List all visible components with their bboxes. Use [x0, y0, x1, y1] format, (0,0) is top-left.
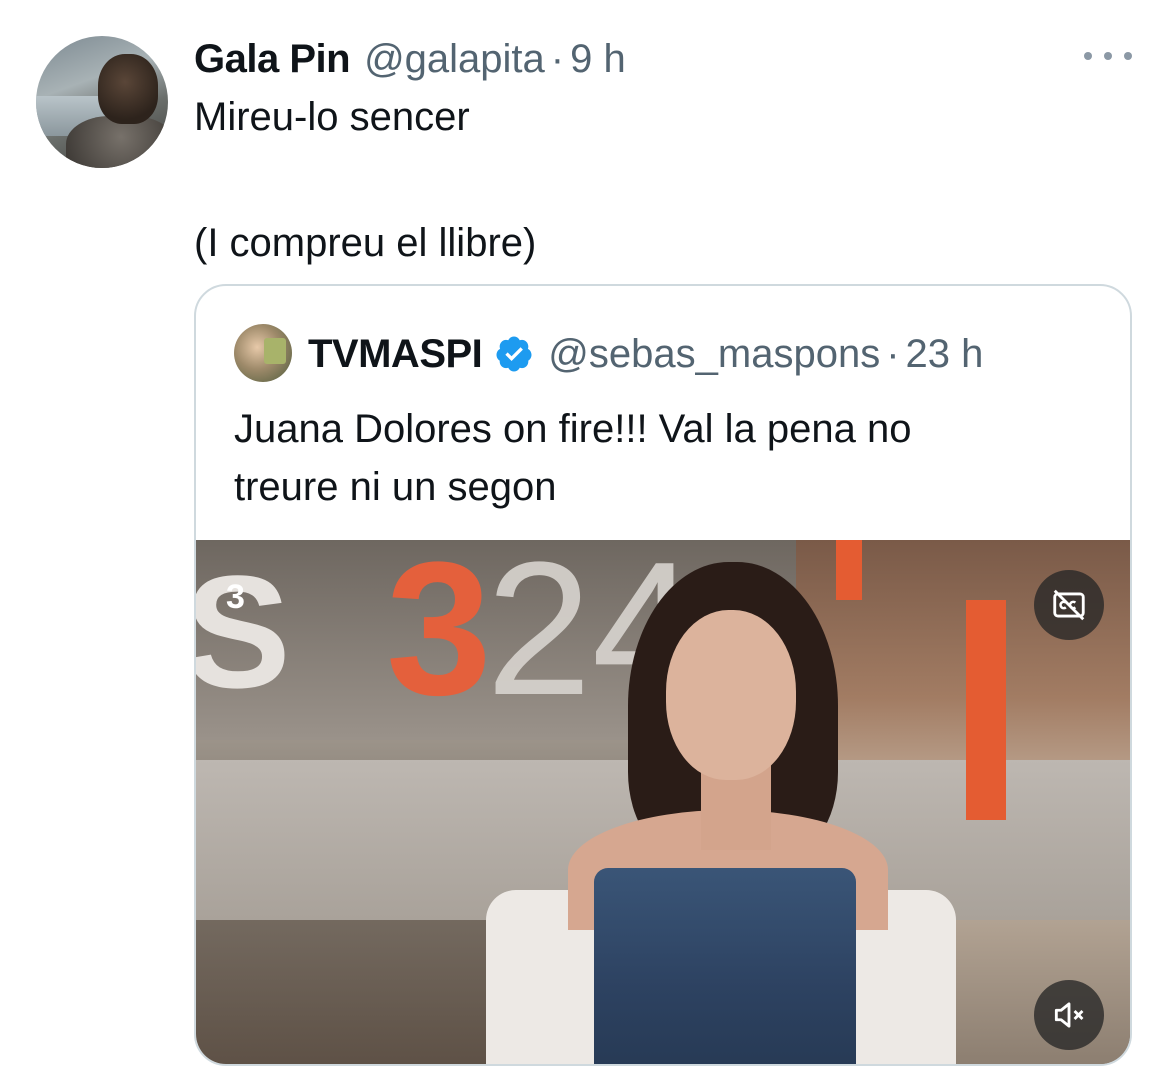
- tweet-text-line: Mireu-lo sencer: [194, 95, 470, 139]
- captions-glyph: [1053, 589, 1085, 621]
- channel-watermark: 3: [226, 578, 245, 616]
- quoted-author-handle[interactable]: @sebas_maspons: [548, 332, 880, 377]
- speaker-muted-icon[interactable]: [1034, 980, 1104, 1050]
- author-name[interactable]: Gala Pin: [194, 34, 351, 84]
- video-player[interactable]: S 3 24 3: [196, 540, 1130, 1064]
- closed-captions-off-icon[interactable]: [1034, 570, 1104, 640]
- quoted-tweet-text-line: Juana Dolores on fire!!! Val la pena no: [234, 407, 912, 451]
- quoted-tweet-timestamp[interactable]: 23 h: [906, 332, 984, 377]
- tweet-timestamp[interactable]: 9 h: [570, 34, 626, 84]
- quoted-author-name[interactable]: TVMASPI: [308, 332, 483, 377]
- quoted-author-avatar[interactable]: [234, 324, 292, 382]
- studio-logo-letter: S: [196, 552, 291, 712]
- studio-accent-stripe: [966, 600, 1006, 820]
- channel-logo-main: 3: [386, 540, 492, 735]
- tweet-text-line: (I compreu el llibre): [194, 221, 537, 265]
- tweet-header: Gala Pin @galapita · 9 h: [194, 34, 626, 84]
- guest-face: [666, 610, 796, 780]
- avatar-figure-head: [98, 54, 158, 124]
- quoted-tweet-text-line: treure ni un segon: [234, 465, 557, 509]
- verified-badge-icon: [496, 336, 532, 372]
- guest-denim-dress: [594, 868, 856, 1064]
- tweet-text: Mireu-lo sencer (I compreu el llibre): [194, 90, 1094, 270]
- quoted-tweet-text: Juana Dolores on fire!!! Val la pena no …: [234, 400, 1094, 516]
- author-handle[interactable]: @galapita: [364, 34, 545, 84]
- more-dot: [1084, 52, 1092, 60]
- more-dot: [1124, 52, 1132, 60]
- separator-dot: ·: [550, 37, 565, 81]
- author-avatar[interactable]: [36, 36, 168, 168]
- mute-glyph: [1054, 1002, 1084, 1028]
- more-options-icon[interactable]: [1084, 44, 1132, 68]
- avatar-figure-body: [66, 116, 168, 168]
- quoted-tweet-card[interactable]: TVMASPI @sebas_maspons · 23 h Juana Dolo…: [194, 284, 1132, 1066]
- separator-dot: ·: [886, 331, 900, 376]
- more-dot: [1104, 52, 1112, 60]
- studio-accent-stripe: [836, 540, 862, 600]
- quoted-tweet-header: TVMASPI @sebas_maspons · 23 h: [308, 326, 983, 382]
